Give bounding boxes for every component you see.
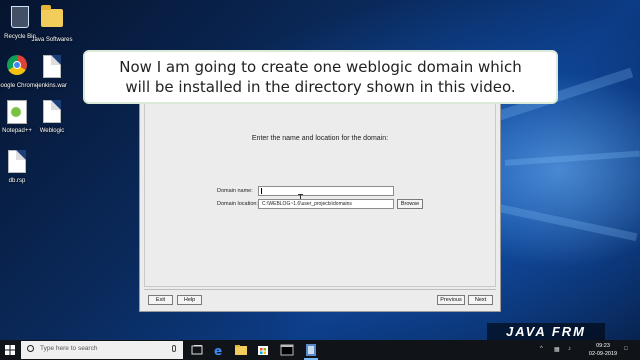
task-view-button[interactable] <box>187 340 207 360</box>
start-button[interactable] <box>0 340 20 360</box>
network-icon[interactable]: ▦ <box>554 346 560 353</box>
volume-icon[interactable]: ♪ <box>568 346 571 352</box>
desktop-icon-label: db.rsp <box>8 178 26 184</box>
desktop-icon-weblogic[interactable]: Weblogic <box>29 100 75 135</box>
domain-location-label: Domain location: <box>217 201 258 207</box>
desktop-icon-label: Weblogic <box>39 128 65 134</box>
wizard-divider <box>144 289 496 290</box>
windows-logo-icon <box>5 345 15 355</box>
desktop-icon-label: jenkins.war <box>36 83 67 89</box>
taskbar-weblogic-wizard[interactable] <box>301 340 321 360</box>
file-icon <box>43 100 61 123</box>
wizard-heading: Enter the name and location for the doma… <box>251 135 389 142</box>
domain-location-input[interactable]: C:\WEBLOG~1.6\user_projects\domains <box>258 199 394 209</box>
svg-text:e: e <box>214 344 222 358</box>
taskbar-command-prompt[interactable] <box>277 340 297 360</box>
notepad-plus-plus-icon <box>7 100 27 124</box>
notifications-icon[interactable]: □ <box>624 346 628 352</box>
store-icon <box>258 346 268 355</box>
text-caret <box>261 188 262 194</box>
browse-button[interactable]: Browse <box>397 199 423 209</box>
desktop-icon-label: Java Softwares <box>31 37 73 43</box>
task-view-icon <box>191 345 203 355</box>
domain-name-label: Domain name: <box>217 188 253 194</box>
taskbar-store[interactable] <box>253 340 273 360</box>
taskbar-file-explorer[interactable] <box>231 340 251 360</box>
desktop-icon-db-rsp[interactable]: db.rsp <box>0 150 40 185</box>
clock-time: 09:23 <box>596 343 610 349</box>
channel-watermark: JAVA FRM <box>487 323 605 340</box>
taskbar: Type here to search e ^ ▦ ♪ 09:23 02-09-… <box>0 340 640 360</box>
previous-button[interactable]: Previous <box>437 295 465 305</box>
folder-icon <box>41 5 63 27</box>
edge-icon: e <box>214 344 222 358</box>
file-icon <box>43 55 61 78</box>
next-button[interactable]: Next <box>468 295 493 305</box>
taskbar-edge[interactable]: e <box>209 340 229 360</box>
taskbar-search-box[interactable]: Type here to search <box>21 341 183 359</box>
taskbar-clock[interactable]: 09:23 02-09-2019 <box>586 342 620 358</box>
search-placeholder: Type here to search <box>40 345 98 352</box>
wallpaper-beam <box>479 200 638 242</box>
microphone-icon[interactable] <box>172 345 176 352</box>
domain-name-input[interactable] <box>258 186 394 196</box>
video-caption: Now I am going to create one weblogic do… <box>83 50 558 104</box>
help-button[interactable]: Help <box>177 295 202 305</box>
recycle-bin-icon <box>11 6 29 28</box>
chrome-icon <box>7 55 27 75</box>
file-explorer-icon <box>235 345 247 355</box>
tray-chevron-icon[interactable]: ^ <box>540 346 543 352</box>
weblogic-app-icon <box>306 344 316 356</box>
exit-button[interactable]: Exit <box>148 295 173 305</box>
wallpaper-beam <box>504 150 640 166</box>
caption-line-1: Now I am going to create one weblogic do… <box>119 58 522 76</box>
file-icon <box>8 150 26 173</box>
caption-line-2: will be installed in the directory shown… <box>125 78 516 96</box>
search-icon <box>27 345 34 352</box>
command-prompt-icon <box>280 344 294 356</box>
desktop-icon-java-softwares[interactable]: Java Softwares <box>29 5 75 44</box>
desktop-icon-jenkins-war[interactable]: jenkins.war <box>29 55 75 90</box>
clock-date: 02-09-2019 <box>588 351 618 357</box>
